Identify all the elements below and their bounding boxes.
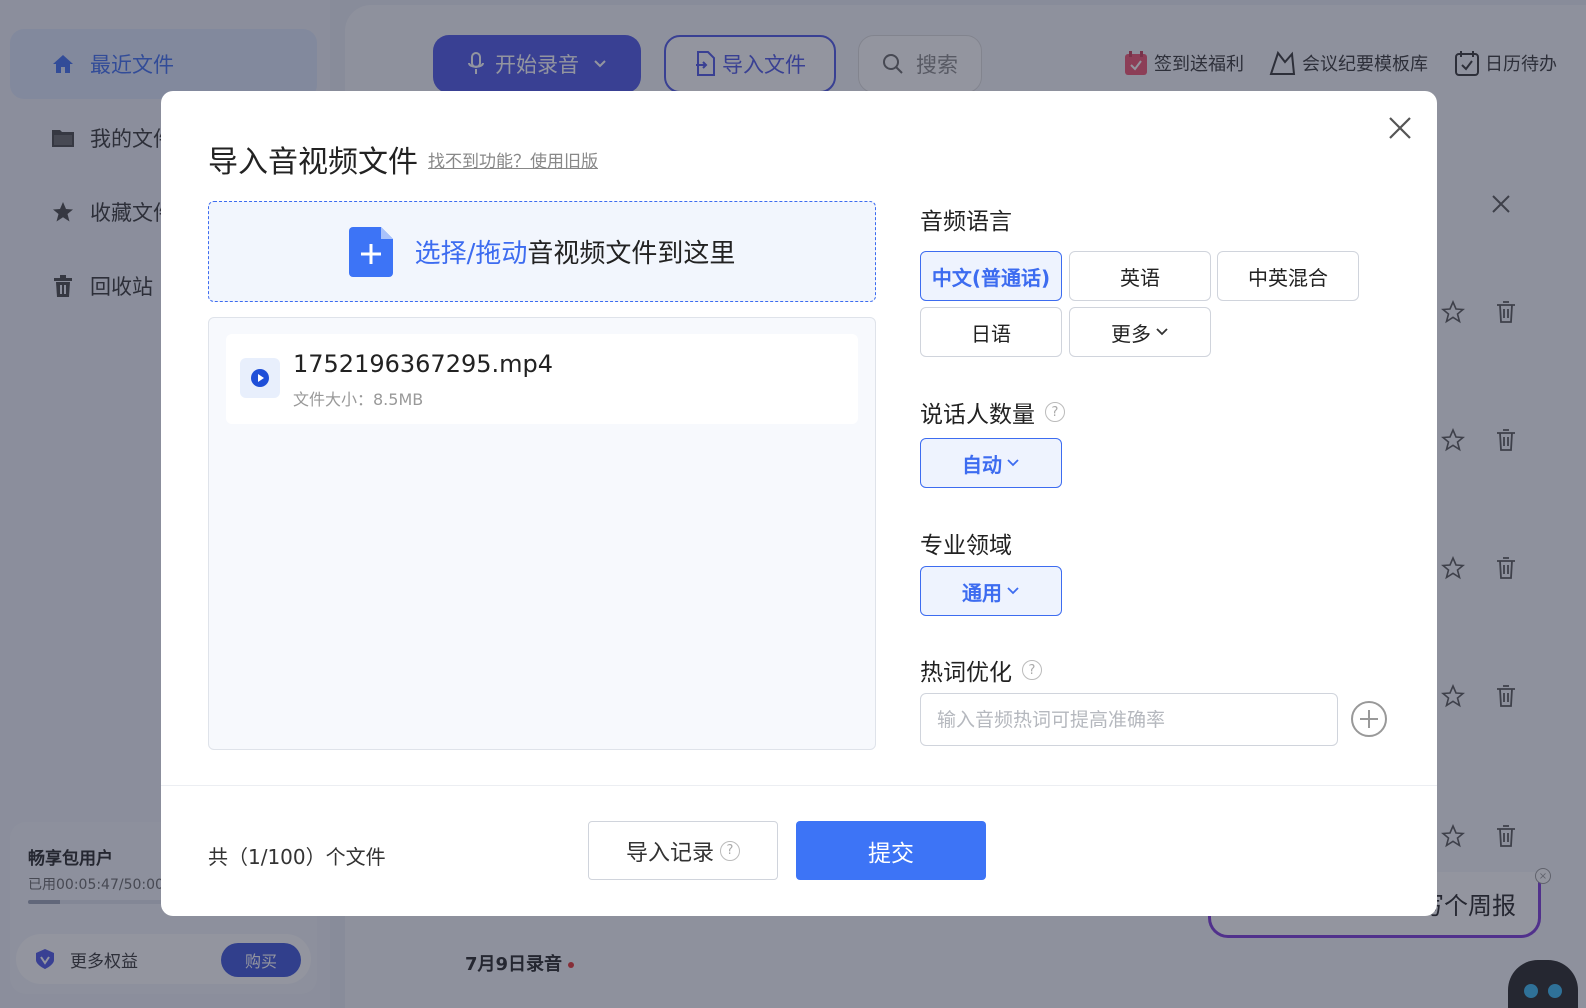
speaker-count-label: 说话人数量 ? [920,395,1065,429]
chevron-down-icon [1156,328,1168,336]
domain-select[interactable]: 通用 [920,566,1062,616]
submit-button[interactable]: 提交 [796,821,986,880]
language-option-mixed[interactable]: 中英混合 [1217,251,1359,301]
hotwords-label: 热词优化 ? [920,653,1042,687]
chevron-down-icon [1007,587,1019,595]
domain-label: 专业领域 [920,526,1012,560]
hotwords-title: 热词优化 [920,660,1012,686]
footer-divider [161,785,1437,786]
language-option-more[interactable]: 更多 [1069,307,1211,357]
language-option-english[interactable]: 英语 [1069,251,1211,301]
language-more-label: 更多 [1111,321,1151,346]
language-option-japanese[interactable]: 日语 [920,307,1062,357]
help-icon[interactable]: ? [1022,660,1042,680]
hotwords-input[interactable] [920,693,1338,746]
file-count: 共（1/100）个文件 [208,845,386,869]
video-file-icon [240,358,280,398]
drop-zone-action: 选择/拖动 [414,239,528,269]
selected-file-list: 1752196367295.mp4 文件大小：8.5MB [208,317,876,750]
speaker-count-select[interactable]: 自动 [920,438,1062,488]
file-item[interactable]: 1752196367295.mp4 文件大小：8.5MB [226,334,858,424]
domain-value: 通用 [962,580,1002,605]
import-media-dialog: 导入音视频文件 找不到功能？使用旧版 选择/拖动 音视频文件到这里 1752196… [161,91,1437,916]
dialog-title: 导入音视频文件 [208,145,418,180]
domain-title: 专业领域 [920,533,1012,559]
add-hotword-icon[interactable] [1350,700,1388,738]
close-icon[interactable] [1385,113,1415,143]
import-history-label: 导入记录 [625,840,714,866]
drop-zone-hint: 音视频文件到这里 [527,239,736,269]
speaker-count-title: 说话人数量 [920,402,1035,428]
add-file-icon [348,226,393,277]
file-size: 文件大小：8.5MB [293,390,424,409]
old-version-link[interactable]: 找不到功能？使用旧版 [428,147,598,172]
speaker-count-value: 自动 [962,452,1002,477]
file-drop-zone[interactable]: 选择/拖动 音视频文件到这里 [208,201,876,302]
file-name: 1752196367295.mp4 [293,350,554,378]
import-history-button[interactable]: 导入记录 ? [588,821,778,880]
help-icon: ? [720,840,740,861]
audio-language-title: 音频语言 [920,209,1012,235]
chevron-down-icon [1007,459,1019,467]
help-icon[interactable]: ? [1045,402,1065,422]
language-option-mandarin[interactable]: 中文(普通话) [920,251,1062,301]
audio-language-label: 音频语言 [920,202,1012,236]
